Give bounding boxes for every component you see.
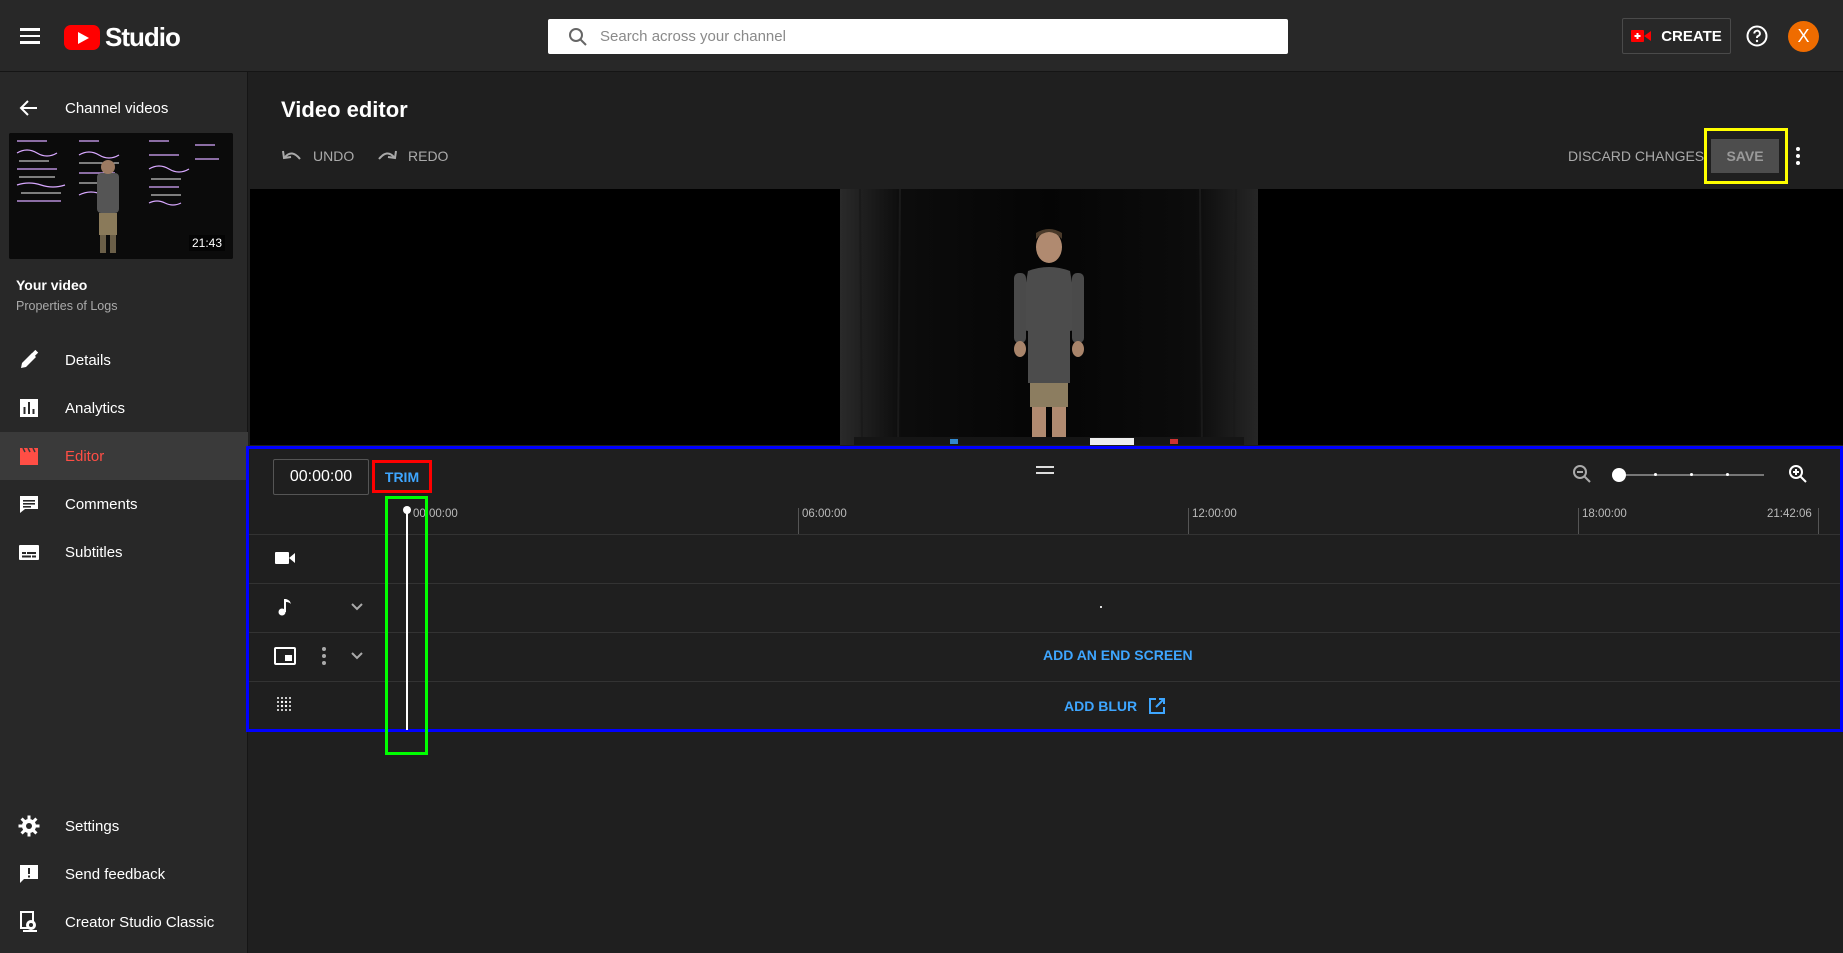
sidebar-item-creator-studio-classic[interactable]: Creator Studio Classic xyxy=(0,898,248,946)
pencil-icon xyxy=(17,348,41,372)
more-options-icon[interactable] xyxy=(1792,143,1804,169)
help-icon[interactable] xyxy=(1745,24,1769,48)
video-frame xyxy=(840,189,1258,445)
add-blur-label: ADD BLUR xyxy=(1064,698,1138,714)
audio-track[interactable] xyxy=(249,583,1840,631)
search-bar[interactable] xyxy=(548,19,1288,54)
youtube-logo-icon xyxy=(64,24,100,50)
video-thumbnail[interactable]: 21:43 xyxy=(9,133,233,259)
zoom-out-icon[interactable] xyxy=(1570,462,1594,486)
undo-button[interactable]: UNDO xyxy=(281,144,354,168)
sidebar-item-details[interactable]: Details xyxy=(0,336,248,384)
create-button[interactable]: CREATE xyxy=(1622,18,1731,54)
page-title: Video editor xyxy=(281,97,408,122)
video-title: Properties of Logs xyxy=(16,299,118,313)
ruler-tick xyxy=(1188,508,1189,534)
sidebar-item-label: Editor xyxy=(65,447,105,465)
ruler-label: 18:00:00 xyxy=(1582,508,1627,520)
sidebar-item-subtitles[interactable]: Subtitles xyxy=(0,528,248,576)
video-camera-icon xyxy=(275,552,295,564)
your-video-heading: Your video xyxy=(16,277,88,293)
sidebar-item-send-feedback[interactable]: Send feedback xyxy=(0,850,248,898)
blur-grid-icon xyxy=(277,697,291,711)
sidebar-nav: Details Analytics Editor Comments Subtit… xyxy=(0,336,248,576)
open-in-new-icon xyxy=(1149,698,1166,714)
classic-studio-icon xyxy=(17,910,41,934)
add-blur-button[interactable]: ADD BLUR xyxy=(1064,695,1167,717)
undo-label: UNDO xyxy=(313,148,355,164)
sidebar-item-label: Send feedback xyxy=(65,865,166,883)
thumbnail-duration: 21:43 xyxy=(188,235,225,251)
video-camera-icon xyxy=(1631,30,1652,42)
sidebar-item-editor[interactable]: Editor xyxy=(0,432,248,480)
bar-chart-icon xyxy=(17,396,41,420)
end-screen-options-icon[interactable] xyxy=(320,645,328,667)
redo-icon xyxy=(378,150,397,160)
menu-icon[interactable] xyxy=(16,22,44,50)
ruler-tick xyxy=(1818,508,1819,534)
sidebar-item-analytics[interactable]: Analytics xyxy=(0,384,248,432)
sidebar-item-comments[interactable]: Comments xyxy=(0,480,248,528)
clapperboard-icon xyxy=(17,444,41,468)
search-icon xyxy=(569,27,587,46)
search-input[interactable] xyxy=(600,28,1288,45)
ruler-label: 21:42:06 xyxy=(1767,508,1812,520)
subtitles-icon xyxy=(17,540,41,564)
avatar[interactable]: X xyxy=(1788,21,1819,52)
audio-track-marker xyxy=(1100,606,1102,608)
playhead-knob[interactable] xyxy=(403,506,411,514)
video-frame-image xyxy=(840,189,1258,445)
save-button[interactable]: SAVE xyxy=(1711,139,1779,173)
video-track[interactable] xyxy=(249,534,1840,582)
trim-highlight: TRIM xyxy=(372,460,432,493)
sidebar-item-label: Comments xyxy=(65,495,138,513)
sidebar-item-label: Analytics xyxy=(65,399,126,417)
playhead[interactable] xyxy=(406,508,408,730)
create-label: CREATE xyxy=(1661,27,1722,45)
zoom-in-icon[interactable] xyxy=(1786,462,1810,486)
end-screen-icon xyxy=(274,647,296,665)
arrow-back-icon xyxy=(19,100,37,116)
sidebar-bottom-nav: Settings Send feedback Creator Studio Cl… xyxy=(0,802,248,946)
ruler-tick xyxy=(798,508,799,534)
zoom-slider-tick xyxy=(1690,473,1693,476)
ruler-label: 06:00:00 xyxy=(802,508,847,520)
sidebar-item-label: Subtitles xyxy=(65,543,123,561)
zoom-slider-tick xyxy=(1726,473,1729,476)
sidebar-item-label: Details xyxy=(65,351,111,369)
chevron-down-icon[interactable] xyxy=(347,597,367,617)
ruler-tick xyxy=(1578,508,1579,534)
studio-logo[interactable]: Studio xyxy=(64,21,181,52)
back-to-channel-videos[interactable]: Channel videos xyxy=(0,88,248,128)
ruler-label: 12:00:00 xyxy=(1192,508,1237,520)
logo-text: Studio xyxy=(105,21,181,52)
discard-changes-button[interactable]: DISCARD CHANGES xyxy=(1568,148,1704,164)
redo-label: REDO xyxy=(408,148,449,164)
sidebar-item-settings[interactable]: Settings xyxy=(0,802,248,850)
zoom-slider-tick xyxy=(1654,473,1657,476)
back-label: Channel videos xyxy=(65,99,169,117)
sidebar: Channel videos 21:43 Your video Properti… xyxy=(0,72,248,953)
sidebar-item-label: Creator Studio Classic xyxy=(65,913,215,931)
zoom-slider[interactable] xyxy=(1612,468,1764,482)
timeline-resize-handle[interactable] xyxy=(1036,466,1054,474)
gear-icon xyxy=(17,814,41,838)
add-end-screen-button[interactable]: ADD AN END SCREEN xyxy=(1043,647,1193,663)
blur-track[interactable] xyxy=(249,681,1840,729)
feedback-icon xyxy=(17,862,41,886)
chevron-down-icon[interactable] xyxy=(347,646,367,666)
top-bar: Studio CREATE X xyxy=(0,0,1843,72)
video-preview[interactable] xyxy=(250,189,1843,445)
timecode-display[interactable]: 00:00:00 xyxy=(273,459,369,495)
zoom-slider-knob[interactable] xyxy=(1612,468,1626,482)
comment-icon xyxy=(17,492,41,516)
music-note-icon xyxy=(278,599,291,616)
redo-button[interactable]: REDO xyxy=(376,144,448,168)
undo-icon xyxy=(282,150,301,160)
trim-button[interactable]: TRIM xyxy=(385,469,419,485)
sidebar-item-label: Settings xyxy=(65,817,120,835)
